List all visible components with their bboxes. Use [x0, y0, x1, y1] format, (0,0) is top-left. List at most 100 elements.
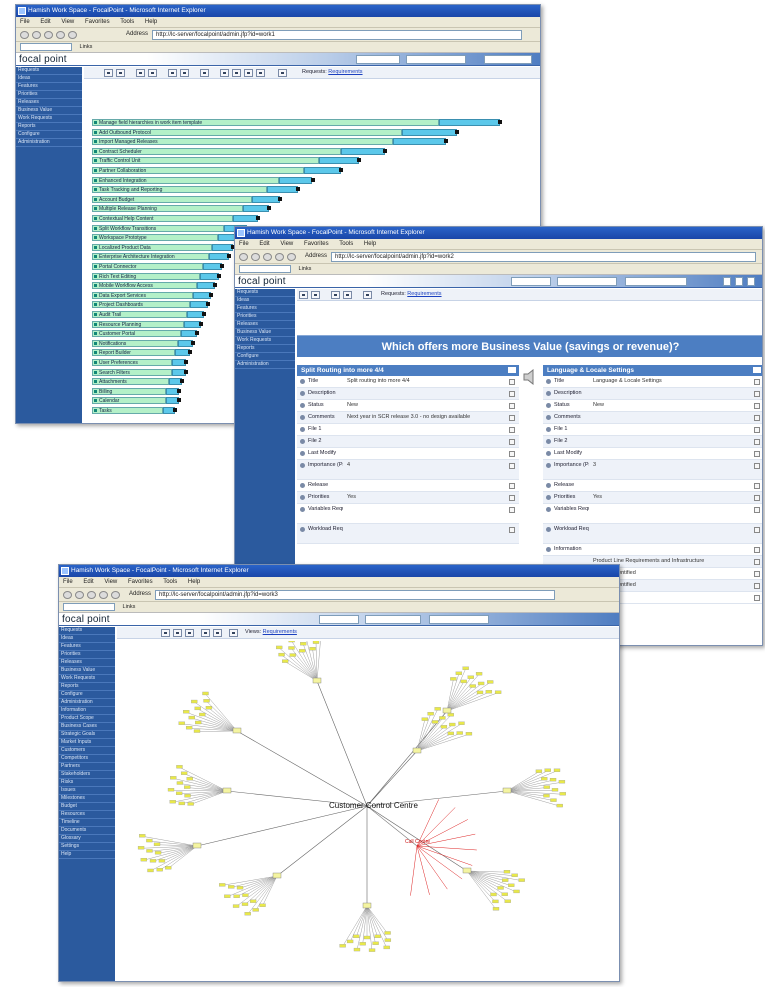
links-label[interactable]: Links: [299, 266, 312, 272]
menu-favorites[interactable]: Favorites: [85, 19, 110, 25]
graph-node[interactable]: [156, 868, 163, 872]
sidebar-item[interactable]: Partners: [59, 763, 115, 771]
gantt-row[interactable]: Rich Text Editing: [92, 272, 221, 280]
sidebar-item[interactable]: Releases: [59, 659, 115, 667]
sidebar-item[interactable]: Issues: [59, 787, 115, 795]
menu-edit[interactable]: Edit: [40, 19, 50, 25]
graph-node[interactable]: [203, 699, 210, 703]
graph-node[interactable]: [458, 721, 465, 725]
gantt-row[interactable]: Enhanced Integration: [92, 176, 315, 184]
search-input[interactable]: [625, 277, 687, 286]
search-select[interactable]: [63, 602, 115, 611]
graph-node[interactable]: [508, 883, 515, 887]
sidebar-item[interactable]: Ideas: [59, 635, 115, 643]
gantt-row[interactable]: Traffic Control Unit: [92, 157, 362, 165]
graph-node[interactable]: [252, 908, 259, 912]
graph-node[interactable]: [241, 902, 249, 906]
graph-node[interactable]: [202, 691, 209, 696]
sidebar-item[interactable]: Priorities: [235, 313, 295, 321]
collapse-icon[interactable]: [148, 69, 157, 77]
gantt-milestone-marker[interactable]: [180, 379, 185, 384]
sidebar-item[interactable]: Work Requests: [59, 675, 115, 683]
gantt-row[interactable]: Multiple Release Planning: [92, 205, 272, 213]
graph-node[interactable]: [236, 886, 244, 890]
gantt-row[interactable]: Partner Collaboration: [92, 167, 344, 174]
edit-field-icon[interactable]: [754, 559, 760, 565]
graph-node[interactable]: [139, 834, 146, 838]
prev-icon[interactable]: [116, 69, 125, 77]
graph-node[interactable]: [195, 720, 202, 725]
graph-node[interactable]: [228, 885, 235, 889]
gantt-milestone-marker[interactable]: [202, 312, 207, 316]
edit-field-icon[interactable]: [754, 571, 760, 577]
graph-node[interactable]: [193, 729, 201, 733]
graph-node[interactable]: [353, 934, 360, 938]
gantt-row[interactable]: Add Outbound Protocol: [92, 128, 459, 136]
first-icon[interactable]: [104, 69, 113, 77]
sidebar-item[interactable]: Business Cases: [59, 723, 115, 731]
edit-icon[interactable]: [229, 629, 238, 637]
graph-hub-node[interactable]: [222, 787, 232, 794]
gantt-row[interactable]: Attachments: [92, 378, 185, 386]
sidebar-item[interactable]: Priorities: [59, 651, 115, 659]
graph-node[interactable]: [455, 671, 463, 675]
graph-node[interactable]: [504, 899, 511, 903]
graph-node[interactable]: [312, 641, 320, 644]
sidebar-item[interactable]: Business Value: [235, 329, 295, 337]
gantt-row[interactable]: Search Filters: [92, 368, 189, 376]
sidebar-item[interactable]: Releases: [235, 321, 295, 329]
graph-node[interactable]: [178, 721, 185, 725]
gantt-row[interactable]: Report Builder: [92, 349, 192, 357]
sidebar-item[interactable]: Business Value: [59, 667, 115, 675]
graph-node[interactable]: [188, 715, 195, 720]
gantt-milestone-marker[interactable]: [227, 254, 232, 259]
fit-icon[interactable]: [185, 629, 194, 637]
sidebar-item[interactable]: Configure: [235, 353, 295, 361]
refresh-icon[interactable]: [275, 253, 284, 261]
sidebar-item[interactable]: Reports: [16, 123, 82, 131]
sidebar-item[interactable]: Requests: [235, 289, 295, 297]
gantt-milestone-marker[interactable]: [184, 360, 189, 364]
gantt-milestone-marker[interactable]: [310, 177, 315, 182]
graph-hub-node[interactable]: [192, 842, 202, 849]
graph-node[interactable]: [300, 642, 307, 646]
edit-field-icon[interactable]: [509, 379, 515, 385]
zoom-in-icon[interactable]: [161, 629, 170, 637]
print-icon[interactable]: [220, 69, 229, 77]
forward-icon[interactable]: [251, 253, 260, 261]
graph-hub-node[interactable]: [272, 872, 282, 879]
gantt-milestone-marker[interactable]: [267, 206, 272, 211]
gantt-row[interactable]: Customer Portal: [92, 330, 199, 338]
expand-icon[interactable]: [136, 69, 145, 77]
edit-field-icon[interactable]: [754, 391, 760, 397]
graph-node[interactable]: [137, 846, 145, 850]
home-icon[interactable]: [287, 253, 296, 261]
view-select[interactable]: [365, 615, 421, 624]
gantt-milestone-marker[interactable]: [498, 120, 503, 124]
gantt-milestone-marker[interactable]: [209, 292, 214, 297]
graph-node[interactable]: [501, 892, 508, 896]
graph-hub-node[interactable]: [232, 727, 242, 734]
gantt-row[interactable]: Data Export Services: [92, 291, 214, 299]
graph-node[interactable]: [249, 899, 257, 903]
table-icon[interactable]: [256, 69, 265, 77]
sidebar-item[interactable]: Timeline: [59, 819, 115, 827]
gantt-milestone-marker[interactable]: [173, 408, 178, 412]
gantt-row[interactable]: Portal Connector: [92, 263, 225, 270]
graph-node[interactable]: [384, 931, 391, 935]
graph-node[interactable]: [178, 801, 185, 806]
sidebar-item[interactable]: Features: [59, 643, 115, 651]
links-label[interactable]: Links: [123, 604, 136, 610]
graph-node[interactable]: [485, 690, 493, 694]
graph-hub-node[interactable]: [502, 787, 512, 794]
sidebar-item[interactable]: Resources: [59, 811, 115, 819]
gantt-row[interactable]: Contextual Help Content: [92, 215, 261, 222]
gantt-row[interactable]: Import Managed Releases: [92, 138, 449, 146]
sidebar-item[interactable]: Glossary: [59, 835, 115, 843]
sidebar-item[interactable]: Product Scope: [59, 715, 115, 723]
menu-edit[interactable]: Edit: [259, 241, 269, 247]
graph-node[interactable]: [186, 777, 193, 781]
graph-node[interactable]: [440, 725, 448, 729]
edit-field-icon[interactable]: [509, 403, 515, 409]
graph-node[interactable]: [184, 785, 191, 789]
